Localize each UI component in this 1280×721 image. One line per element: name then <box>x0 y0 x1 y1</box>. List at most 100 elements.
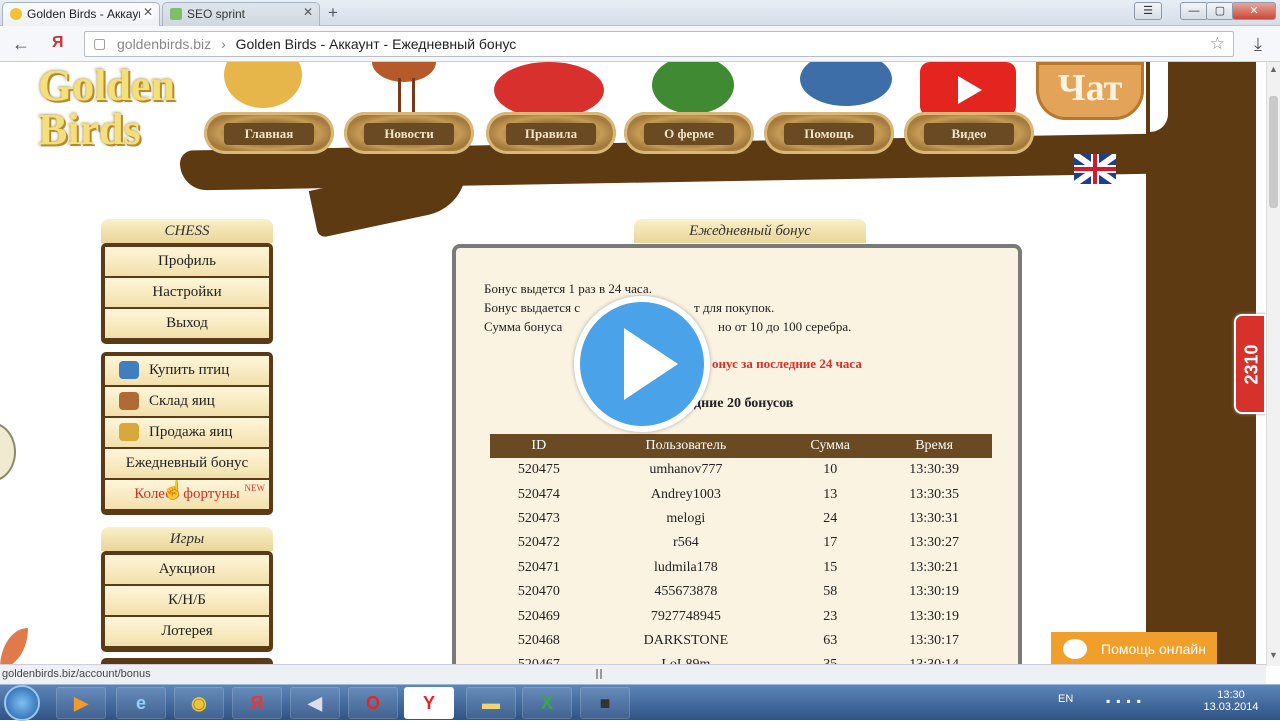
chat-label: Чат <box>1057 67 1123 109</box>
sidebar-item-settings[interactable]: Настройки <box>105 278 269 307</box>
table-caption: едние 20 бонусов <box>688 396 794 411</box>
table-row: 520472 r564 17 13:30:27 <box>490 531 992 555</box>
clock[interactable]: 13:30 13.03.2014 <box>1198 689 1264 713</box>
excel-icon[interactable]: X <box>522 687 572 719</box>
cell-user: Andrey1003 <box>650 486 721 502</box>
tray-icons[interactable]: ▪▪▪▪ <box>1106 694 1147 708</box>
menu-icon[interactable]: ☰ <box>1134 2 1162 20</box>
sidebar-item-egg-storage[interactable]: Склад яиц <box>105 387 269 416</box>
counter-side-badge[interactable]: 2310 <box>1234 314 1266 414</box>
start-button[interactable] <box>4 685 40 721</box>
language-indicator[interactable]: EN <box>1058 693 1073 705</box>
cell-time: 13:30:17 <box>909 632 960 648</box>
nav-rules[interactable]: Правила <box>486 112 616 154</box>
vertical-scrollbar[interactable]: ▲ ▼ <box>1266 62 1280 666</box>
games-menu-box: Аукцион К/Н/Б Лотерея <box>101 551 273 652</box>
tab-seo-sprint[interactable]: SEO sprint ✕ <box>162 2 320 26</box>
table-row: 520470 455673878 58 13:30:19 <box>490 580 992 604</box>
content-title: Ежедневный бонус <box>634 219 866 243</box>
counter-value: 2310 <box>1241 344 1262 385</box>
bonus-info-line3-tail: но от 10 до 100 серебра. <box>718 319 852 334</box>
col-time-header: Время <box>876 434 992 458</box>
sidebar-item-lottery[interactable]: Лотерея <box>105 617 269 646</box>
cell-time: 13:30:19 <box>909 608 960 624</box>
bonus-panel: Бонус выдется 1 раз в 24 часа. Бонус выд… <box>452 244 1022 666</box>
scroll-down-icon[interactable]: ▼ <box>1269 650 1278 660</box>
sidebar-item-sell-eggs[interactable]: Продажа яиц <box>105 418 269 447</box>
bonus-info-line2-tail: т для покупок. <box>694 300 775 315</box>
chrome-icon[interactable]: ◉ <box>174 687 224 719</box>
volume-app-icon[interactable]: ◀ <box>290 687 340 719</box>
cell-user: ludmila178 <box>653 559 718 575</box>
table-row: 520468 DARKSTONE 63 13:30:17 <box>490 629 992 653</box>
close-tab-icon[interactable]: ✕ <box>139 5 153 19</box>
youtube-play-glyph <box>958 76 982 104</box>
table-header-row: ID Пользователь Сумма Время <box>490 434 992 458</box>
recorder-icon[interactable]: ■ <box>580 687 630 719</box>
close-window-button[interactable]: ✕ <box>1232 2 1276 20</box>
scrollbar-thumb[interactable] <box>1269 96 1278 208</box>
sidebar-item-auction[interactable]: Аукцион <box>105 555 269 584</box>
cell-time: 13:30:31 <box>909 510 960 526</box>
new-tab-button[interactable]: + <box>328 3 338 23</box>
nav-news[interactable]: Новости <box>344 112 474 154</box>
video-play-button[interactable] <box>574 296 710 432</box>
logo-line2: Birds <box>38 105 141 154</box>
maximize-button[interactable]: ▢ <box>1206 2 1234 20</box>
youtube-icon[interactable] <box>920 62 1016 116</box>
box-icon <box>119 392 139 410</box>
tab-goldenbirds[interactable]: Golden Birds - Аккаун ✕ <box>2 2 160 26</box>
bonus-info-line1: Бонус выдется 1 раз в 24 часа. <box>484 281 652 296</box>
minimize-button[interactable]: — <box>1180 2 1208 20</box>
cell-user: umhanov777 <box>649 462 723 478</box>
yandex-browser-icon[interactable]: Я <box>232 687 282 719</box>
cell-user: 7927748945 <box>650 608 721 624</box>
yandex-icon[interactable]: Y <box>404 687 454 719</box>
yellow-bird-icon <box>224 62 302 108</box>
sidebar-item-profile[interactable]: Профиль <box>105 247 269 276</box>
col-id-header: ID <box>490 434 588 458</box>
scroll-up-icon[interactable]: ▲ <box>1269 64 1278 74</box>
nav-label: Главная <box>224 123 314 145</box>
yandex-button[interactable]: Я <box>52 34 64 52</box>
opera-icon[interactable]: O <box>348 687 398 719</box>
internet-explorer-icon[interactable]: e <box>116 687 166 719</box>
back-arrow-icon[interactable]: ← <box>12 34 30 55</box>
bookmark-star-icon[interactable]: ☆ <box>1210 34 1225 54</box>
sidebar-item-wheel-of-fortune[interactable]: Колесо фортуны NEW <box>105 480 269 509</box>
nav-help[interactable]: Помощь <box>764 112 894 154</box>
sidebar-item-buy-birds[interactable]: Купить птиц <box>105 356 269 385</box>
clock-date: 13.03.2014 <box>1203 701 1259 713</box>
cell-id: 520470 <box>517 584 560 600</box>
col-user-header: Пользователь <box>587 434 785 458</box>
sidebar-item-logout[interactable]: Выход <box>105 309 269 338</box>
site-logo[interactable]: Golden Birds <box>38 64 175 152</box>
nav-home[interactable]: Главная <box>204 112 334 154</box>
download-icon[interactable]: ⤓ <box>1254 34 1262 55</box>
goldenbirds-favicon-icon <box>10 8 22 20</box>
uk-flag-icon[interactable] <box>1074 154 1116 184</box>
nav-about[interactable]: О ферме <box>624 112 754 154</box>
table-row: 520471 ludmila178 15 13:30:21 <box>490 556 992 580</box>
cell-time: 13:30:19 <box>909 584 960 600</box>
play-icon <box>624 328 678 400</box>
help-online-button[interactable]: Помощь онлайн <box>1051 632 1217 666</box>
coins-icon <box>119 423 139 441</box>
folder-icon[interactable]: ▬ <box>466 687 516 719</box>
chat-button[interactable]: Чат <box>1036 62 1144 120</box>
media-player-icon[interactable]: ▶ <box>56 687 106 719</box>
nav-video[interactable]: Видео <box>904 112 1034 154</box>
windows-taskbar: ▶ e ◉ Я ◀ O Y ▬ X ■ EN ▪▪▪▪ 13:30 13.03.… <box>0 684 1280 721</box>
cell-id: 520473 <box>517 510 560 526</box>
nav-label: Правила <box>506 123 596 145</box>
close-tab-icon[interactable]: ✕ <box>303 5 313 19</box>
horizontal-scroll-grip[interactable] <box>596 669 602 679</box>
nav-label: Видео <box>924 123 1014 145</box>
sidebar-item-label: Купить птиц <box>149 362 230 378</box>
games-menu: Игры Аукцион К/Н/Б Лотерея <box>101 527 273 652</box>
sidebar-item-rps[interactable]: К/Н/Б <box>105 586 269 615</box>
address-bar[interactable]: ▢ goldenbirds.biz › Golden Birds - Аккау… <box>84 31 1234 57</box>
clock-time: 13:30 <box>1217 689 1245 701</box>
cell-amount: 63 <box>823 632 838 648</box>
leaf-decoration <box>0 422 16 482</box>
